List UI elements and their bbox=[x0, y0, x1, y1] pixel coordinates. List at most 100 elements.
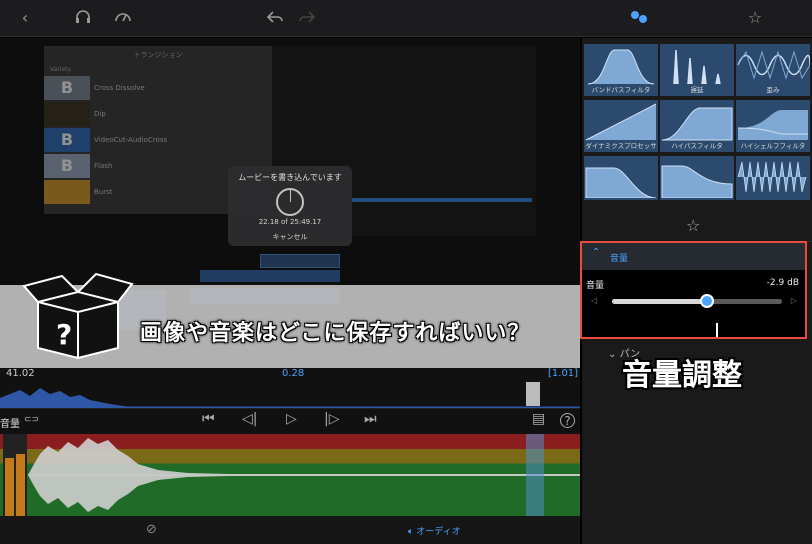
volume-slider[interactable] bbox=[612, 294, 782, 337]
volume-value: -2.9 dB bbox=[766, 278, 799, 288]
level-meter-left bbox=[5, 458, 14, 516]
speedometer-icon[interactable] bbox=[112, 8, 134, 28]
transition-item-label: Flash bbox=[94, 162, 113, 170]
slider-left-arrow-icon[interactable]: ◁ bbox=[591, 296, 597, 305]
headphones-icon[interactable] bbox=[72, 8, 94, 28]
audio-tab-label: オーディオ bbox=[416, 527, 461, 537]
audio-waveform-editor[interactable] bbox=[0, 434, 580, 516]
transition-item[interactable]: B VideoCut-AudioCross bbox=[44, 128, 272, 154]
bottom-tab-bar: ⊘ 🔈︎ オーディオ bbox=[0, 516, 580, 544]
transition-thumb: B bbox=[44, 154, 90, 178]
delay-icon bbox=[673, 49, 721, 85]
top-toolbar: ‹ ☆ bbox=[0, 0, 812, 37]
timeline-time-center: 0.28 bbox=[282, 368, 305, 379]
zero-db-tick bbox=[716, 323, 718, 337]
add-favorite-star-icon[interactable]: ☆ bbox=[686, 216, 700, 235]
section-volume[interactable]: ⌃ 音量 bbox=[582, 243, 805, 270]
filter-label: ダイナミクスプロセッサ bbox=[585, 142, 657, 150]
transition-item-label: Cross Dissolve bbox=[94, 84, 145, 92]
cancel-button[interactable]: キャンセル bbox=[228, 232, 352, 242]
filter-tile-tremolo[interactable] bbox=[736, 156, 810, 200]
chevron-up-icon: ⌃ bbox=[592, 247, 601, 258]
section-label: 音量 bbox=[610, 254, 629, 264]
filter-tile-delay[interactable]: 遅延 bbox=[660, 44, 734, 96]
transition-item[interactable]: Dip bbox=[44, 102, 272, 128]
transition-thumb bbox=[44, 180, 90, 204]
slider-right-arrow-icon[interactable]: ▷ bbox=[791, 296, 797, 305]
link-icon[interactable]: ⊂⊃ bbox=[24, 415, 39, 425]
lowshelf-icon bbox=[661, 165, 733, 198]
filter-label: 歪み bbox=[766, 86, 780, 94]
question-box-icon: ? bbox=[22, 272, 134, 360]
transport-bar: 音量 ⊂⊃ ⏮ ◁| ▷ |▷ ⏭ ▤ ? bbox=[0, 408, 580, 434]
volume-adjust-caption: 音量調整 bbox=[622, 358, 742, 393]
volume-label: 音量 bbox=[586, 281, 605, 291]
transition-thumb: B bbox=[44, 76, 90, 100]
filter-tile-highpass[interactable]: ハイパスフィルタ bbox=[660, 100, 734, 152]
transition-item-label: Dip bbox=[94, 110, 106, 118]
dynamics-icon bbox=[585, 103, 657, 141]
filter-tile-lowshelf[interactable] bbox=[660, 156, 734, 200]
highshelf-icon bbox=[737, 110, 808, 140]
step-back-icon[interactable]: ◁| bbox=[242, 411, 257, 427]
step-forward-icon[interactable]: |▷ bbox=[324, 411, 339, 427]
filter-label: ハイシェルフフィルタ bbox=[740, 142, 806, 150]
undo-icon[interactable] bbox=[264, 8, 286, 28]
level-meter bbox=[3, 434, 27, 516]
ghost-waveform bbox=[352, 198, 532, 202]
filter-tile-bandpass[interactable]: バンドパスフィルタ bbox=[584, 44, 658, 96]
play-icon[interactable]: ▷ bbox=[286, 411, 297, 427]
audio-waveform bbox=[28, 438, 580, 512]
timeline-waveform bbox=[0, 388, 580, 408]
filter-tile-dynamics[interactable]: ダイナミクスプロセッサ bbox=[584, 100, 658, 152]
filter-label: 遅延 bbox=[690, 86, 704, 94]
bandpass-icon bbox=[587, 49, 655, 85]
audio-effects-icon[interactable] bbox=[628, 8, 650, 28]
volume-control: 音量 -2.9 dB ◁ ▷ bbox=[582, 270, 805, 337]
back-chevron-icon[interactable]: ‹ bbox=[14, 8, 36, 28]
level-meter-right bbox=[16, 454, 25, 516]
highpass-icon bbox=[661, 107, 733, 141]
volume-slider-fill bbox=[612, 299, 708, 304]
render-progress-text: 22.18 of 25:49.17 bbox=[258, 218, 322, 226]
transition-panel-title: トランジション bbox=[133, 51, 183, 59]
volume-slider-knob[interactable] bbox=[700, 294, 715, 308]
redo-icon[interactable] bbox=[296, 8, 318, 28]
filter-tile-lowpass[interactable] bbox=[584, 156, 658, 200]
transition-thumb: B bbox=[44, 128, 90, 152]
speed-tab-icon[interactable]: ⊘ bbox=[146, 522, 157, 537]
audio-selection[interactable] bbox=[526, 434, 544, 516]
transition-item-label: Burst bbox=[94, 188, 113, 196]
audio-tab[interactable]: 🔈︎ オーディオ bbox=[408, 524, 461, 537]
skip-to-start-icon[interactable]: ⏮ bbox=[202, 411, 215, 427]
timeline[interactable]: 41.02 0.28 [1.01] bbox=[0, 368, 580, 410]
transition-thumb bbox=[44, 102, 90, 126]
chevron-down-icon: ⌄ bbox=[608, 349, 620, 360]
filter-label: ハイパスフィルタ bbox=[671, 142, 723, 150]
volume-section-highlight: ⌃ 音量 音量 -2.9 dB ◁ ▷ bbox=[580, 241, 807, 339]
ghost-clip bbox=[260, 254, 340, 268]
distortion-icon bbox=[737, 50, 810, 80]
timeline-time-left: 41.02 bbox=[6, 368, 35, 379]
timeline-time-right: [1.01] bbox=[548, 368, 579, 379]
lowpass-icon bbox=[585, 167, 657, 198]
svg-text:?: ? bbox=[56, 318, 72, 351]
progress-ring-icon bbox=[276, 188, 304, 216]
skip-to-end-icon[interactable]: ⏭ bbox=[364, 411, 377, 427]
render-dialog-title: ムービーを書き込んでいます bbox=[238, 173, 342, 182]
transition-category: Variety bbox=[50, 66, 72, 73]
help-icon[interactable]: ? bbox=[560, 413, 575, 428]
ghost-track bbox=[200, 270, 340, 282]
banner-headline: 画像や音楽はどこに保存すればいい？ bbox=[140, 321, 531, 346]
filter-tile-distortion[interactable]: 歪み bbox=[736, 44, 810, 96]
transition-item-label: VideoCut-AudioCross bbox=[94, 136, 168, 144]
transition-item[interactable]: B Cross Dissolve bbox=[44, 76, 272, 102]
clipboard-icon[interactable]: ▤ bbox=[532, 411, 545, 427]
filter-label: バンドパスフィルタ bbox=[591, 86, 651, 94]
filter-tile-highshelf[interactable]: ハイシェルフフィルタ bbox=[736, 100, 810, 152]
track-volume-label: 音量 bbox=[0, 419, 20, 430]
tremolo-icon bbox=[737, 161, 807, 193]
render-progress-dialog: ムービーを書き込んでいます 22.18 of 25:49.17 キャンセル bbox=[228, 166, 352, 246]
favorite-star-icon[interactable]: ☆ bbox=[744, 8, 766, 28]
timeline-playhead[interactable] bbox=[526, 382, 540, 406]
